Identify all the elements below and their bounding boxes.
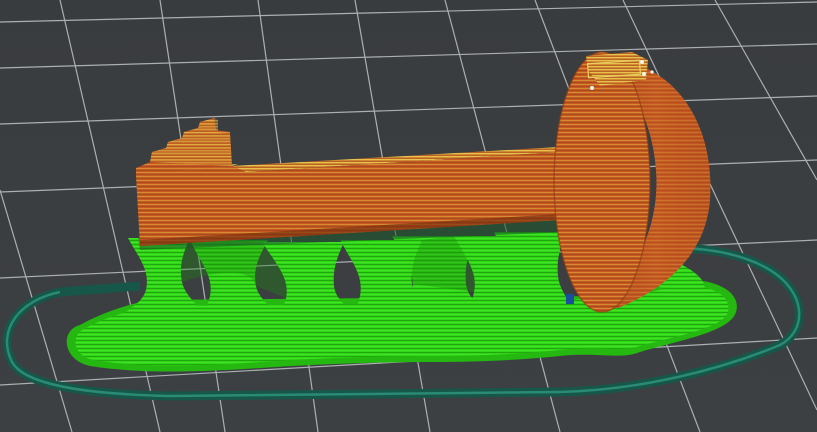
slicer-preview-viewport[interactable]: [0, 0, 817, 432]
infill-accent: [566, 294, 574, 304]
layer-preview-canvas[interactable]: [0, 0, 817, 432]
